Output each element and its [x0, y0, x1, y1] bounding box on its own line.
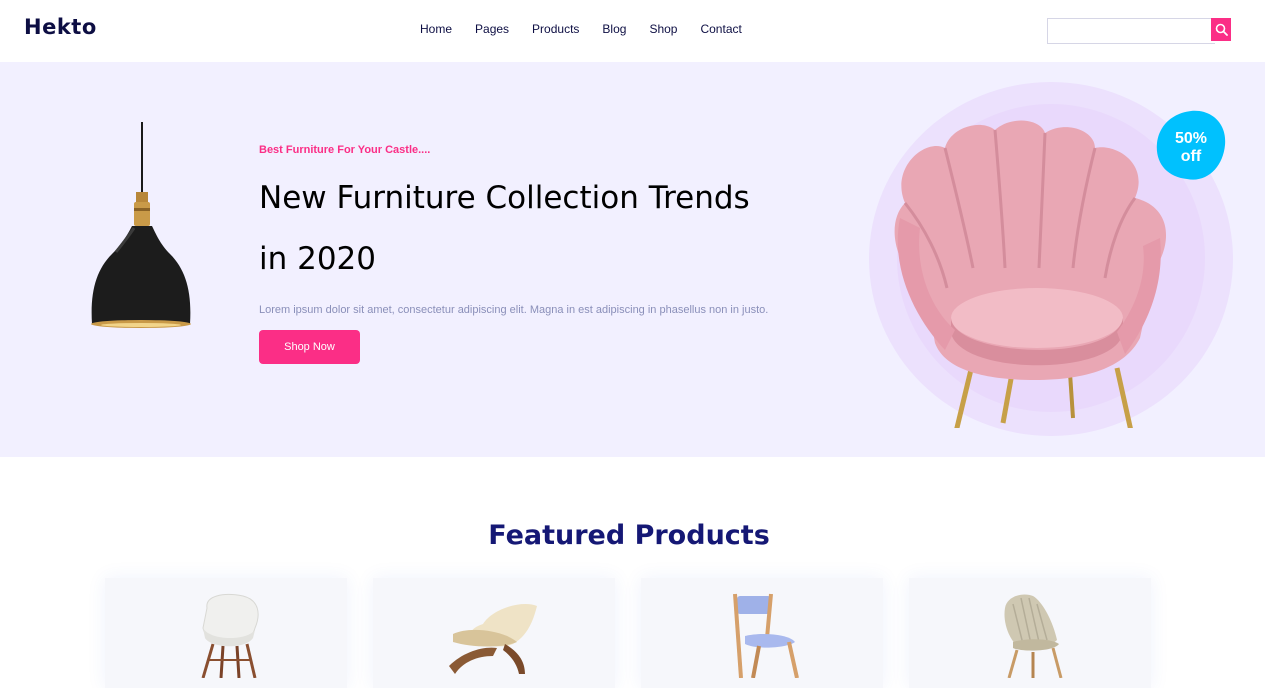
- hero-kicker-text: Best Furniture For Your Castle....: [259, 144, 431, 156]
- white-chair-image: [201, 594, 259, 678]
- hero-description: Lorem ipsum dolor sit amet, consectetur …: [259, 304, 769, 316]
- nav-shop[interactable]: Shop: [649, 22, 677, 36]
- product-card[interactable]: [105, 578, 347, 688]
- hero-title: New Furniture Collection Trends in 2020: [259, 180, 750, 277]
- main-nav: Home Pages Products Blog Shop Contact: [420, 22, 765, 36]
- fan-chair-image: [1004, 594, 1063, 678]
- folding-chair-image: [733, 593, 799, 678]
- nav-pages[interactable]: Pages: [475, 22, 509, 36]
- product-card[interactable]: [909, 578, 1151, 688]
- nav-blog[interactable]: Blog: [602, 22, 626, 36]
- nav-products[interactable]: Products: [532, 22, 579, 36]
- shell-chair-image: [449, 604, 537, 674]
- pendant-lamp-image: [91, 122, 191, 328]
- shop-now-button[interactable]: Shop Now: [259, 330, 360, 364]
- search-input[interactable]: [1047, 18, 1215, 44]
- hero-banner: Best Furniture For Your Castle.... New F…: [0, 62, 1265, 457]
- header: Hekto Home Pages Products Blog Shop Cont…: [0, 0, 1268, 62]
- search-button[interactable]: [1211, 18, 1231, 41]
- product-card[interactable]: [373, 578, 615, 688]
- search-icon: [1215, 23, 1228, 36]
- discount-badge-text: 50% off: [1155, 130, 1227, 166]
- badge-percent: 50%: [1174, 130, 1208, 147]
- badge-off: off: [1180, 148, 1202, 165]
- nav-contact[interactable]: Contact: [700, 22, 741, 36]
- armchair-image: [894, 120, 1167, 428]
- nav-home[interactable]: Home: [420, 22, 452, 36]
- featured-products-title: Featured Products: [488, 520, 770, 551]
- product-card[interactable]: [641, 578, 883, 688]
- logo[interactable]: Hekto: [24, 15, 97, 39]
